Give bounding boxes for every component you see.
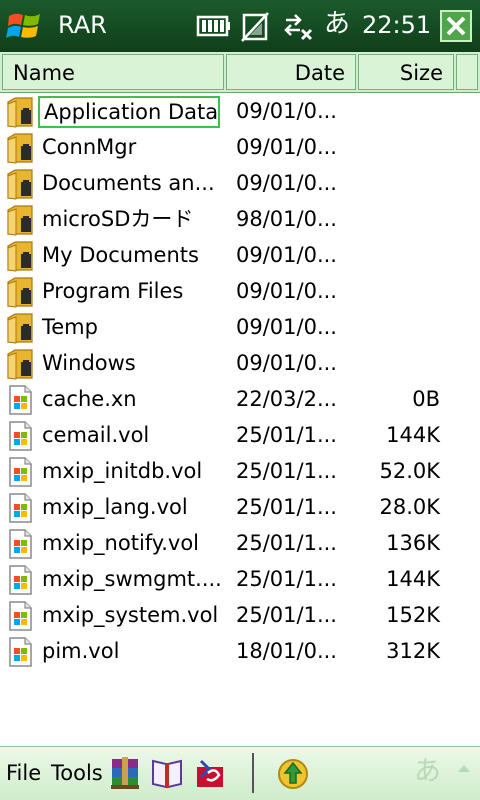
folder-icon xyxy=(6,240,34,272)
file-name: mxip_swmgmt.... xyxy=(42,567,222,591)
file-name: My Documents xyxy=(42,243,199,267)
file-name: Application Data xyxy=(38,96,220,128)
input-method-toggle-arrow-icon[interactable] xyxy=(458,765,470,772)
winrar-archive-icon[interactable] xyxy=(108,755,142,791)
clock[interactable]: 22:51 xyxy=(362,10,431,40)
file-name: Temp xyxy=(42,315,98,339)
file-date: 25/01/1... xyxy=(236,603,337,627)
file-menu[interactable]: File xyxy=(6,759,41,787)
folder-icon xyxy=(6,348,34,380)
list-item[interactable]: cache.xn 22/03/2... 0B xyxy=(0,382,480,418)
list-item[interactable]: Program Files 09/01/0... xyxy=(0,274,480,310)
file-date: 09/01/0... xyxy=(236,279,337,303)
file-date: 09/01/0... xyxy=(236,135,337,159)
list-item[interactable]: pim.vol 18/01/0... 312K xyxy=(0,634,480,670)
battery-icon[interactable] xyxy=(196,8,232,44)
file-icon xyxy=(6,636,34,668)
file-size: 52.0K xyxy=(379,459,440,483)
windows-start-icon[interactable] xyxy=(6,8,44,44)
folder-icon xyxy=(6,132,34,164)
up-folder-icon[interactable] xyxy=(276,755,310,791)
menu-bar: File Tools あ xyxy=(0,746,480,800)
file-name: cemail.vol xyxy=(42,423,150,447)
list-item[interactable]: cemail.vol 25/01/1... 144K xyxy=(0,418,480,454)
file-date: 09/01/0... xyxy=(236,351,337,375)
file-date: 25/01/1... xyxy=(236,567,337,591)
list-item[interactable]: microSDカード 98/01/0... xyxy=(0,202,480,238)
list-item[interactable]: Application Data 09/01/0... xyxy=(0,94,480,130)
no-signal-icon[interactable] xyxy=(240,8,272,44)
folder-icon xyxy=(6,312,34,344)
file-date: 25/01/1... xyxy=(236,459,337,483)
book-view-icon[interactable] xyxy=(150,755,184,791)
close-button[interactable] xyxy=(440,10,472,42)
column-header-size[interactable]: Size xyxy=(358,54,454,90)
file-name: cache.xn xyxy=(42,387,137,411)
extract-icon[interactable] xyxy=(193,755,227,791)
file-name: Documents an... xyxy=(42,171,215,195)
file-size: 144K xyxy=(386,423,440,447)
list-item[interactable]: mxip_notify.vol 25/01/1... 136K xyxy=(0,526,480,562)
list-item[interactable]: Documents an... 09/01/0... xyxy=(0,166,480,202)
file-name: mxip_notify.vol xyxy=(42,531,200,555)
connection-disabled-icon[interactable] xyxy=(282,8,314,44)
column-header: Name Date Size xyxy=(0,52,480,93)
list-item[interactable]: mxip_swmgmt.... 25/01/1... 144K xyxy=(0,562,480,598)
column-header-date[interactable]: Date xyxy=(226,54,356,90)
file-date: 25/01/1... xyxy=(236,531,337,555)
file-date: 09/01/0... xyxy=(236,171,337,195)
list-item[interactable]: My Documents 09/01/0... xyxy=(0,238,480,274)
title-bar: RAR あ 22:51 xyxy=(0,0,480,52)
file-name: ConnMgr xyxy=(42,135,137,159)
file-size: 136K xyxy=(386,531,440,555)
folder-icon xyxy=(6,96,34,128)
file-name: pim.vol xyxy=(42,639,120,663)
file-name: mxip_lang.vol xyxy=(42,495,188,519)
file-name: mxip_system.vol xyxy=(42,603,219,627)
tools-menu[interactable]: Tools xyxy=(51,759,103,787)
file-date: 09/01/0... xyxy=(236,243,337,267)
file-name: mxip_initdb.vol xyxy=(42,459,203,483)
list-item[interactable]: mxip_lang.vol 25/01/1... 28.0K xyxy=(0,490,480,526)
file-size: 312K xyxy=(386,639,440,663)
file-size: 152K xyxy=(386,603,440,627)
file-icon xyxy=(6,456,34,488)
file-size: 144K xyxy=(386,567,440,591)
list-item[interactable]: mxip_initdb.vol 25/01/1... 52.0K xyxy=(0,454,480,490)
file-date: 22/03/2... xyxy=(236,387,337,411)
file-date: 18/01/0... xyxy=(236,639,337,663)
input-mode-indicator[interactable]: あ xyxy=(324,9,350,39)
folder-icon xyxy=(6,204,34,236)
file-icon xyxy=(6,600,34,632)
file-size: 28.0K xyxy=(379,495,440,519)
file-date: 25/01/1... xyxy=(236,423,337,447)
file-size: 0B xyxy=(412,387,440,411)
toolbar-separator xyxy=(252,753,254,793)
file-list[interactable]: Application Data 09/01/0... ConnMgr 09/01/0… xyxy=(0,94,480,746)
file-date: 09/01/0... xyxy=(236,99,337,123)
file-name: Program Files xyxy=(42,279,184,303)
file-date: 98/01/0... xyxy=(236,207,337,231)
file-icon xyxy=(6,564,34,596)
folder-icon xyxy=(6,168,34,200)
list-item[interactable]: Temp 09/01/0... xyxy=(0,310,480,346)
list-item[interactable]: ConnMgr 09/01/0... xyxy=(0,130,480,166)
file-icon xyxy=(6,384,34,416)
column-header-name[interactable]: Name xyxy=(2,54,224,90)
list-item[interactable]: mxip_system.vol 25/01/1... 152K xyxy=(0,598,480,634)
file-icon xyxy=(6,528,34,560)
file-date: 09/01/0... xyxy=(236,315,337,339)
file-date: 25/01/1... xyxy=(236,495,337,519)
file-icon xyxy=(6,492,34,524)
app-title: RAR xyxy=(58,11,107,39)
list-item[interactable]: Windows 09/01/0... xyxy=(0,346,480,382)
file-icon xyxy=(6,420,34,452)
column-header-filler xyxy=(456,54,478,90)
folder-icon xyxy=(6,276,34,308)
input-method-icon[interactable]: あ xyxy=(414,757,441,787)
file-name: microSDカード xyxy=(42,207,194,231)
file-name: Windows xyxy=(42,351,136,375)
